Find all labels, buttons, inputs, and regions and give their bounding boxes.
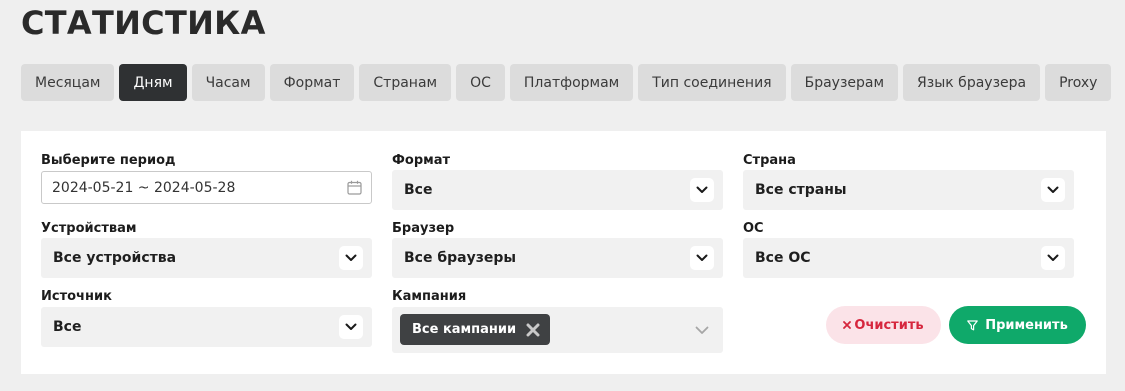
clear-button-label: Очистить <box>854 317 924 333</box>
devices-select[interactable]: Все устройства <box>41 238 372 278</box>
os-label: ОС <box>743 221 764 236</box>
format-select[interactable]: Все <box>392 170 723 210</box>
chevron-down-icon <box>690 318 714 342</box>
browser-value: Все браузеры <box>404 250 517 266</box>
chevron-down-icon <box>339 315 363 339</box>
tab-countries[interactable]: Странам <box>359 64 452 101</box>
period-value: 2024-05-21 ~ 2024-05-28 <box>52 179 236 196</box>
calendar-icon[interactable] <box>347 180 362 199</box>
campaign-chip: Все кампании <box>400 314 551 345</box>
tab-hours[interactable]: Часам <box>191 64 265 101</box>
tab-days[interactable]: Дням <box>119 64 187 101</box>
country-value: Все страны <box>755 182 847 198</box>
chevron-down-icon <box>690 246 714 270</box>
close-icon[interactable] <box>526 323 540 337</box>
source-label: Источник <box>41 289 112 304</box>
devices-value: Все устройства <box>53 250 177 266</box>
browser-label: Браузер <box>392 221 455 236</box>
tab-connection-type[interactable]: Тип соединения <box>638 64 786 101</box>
tab-platforms[interactable]: Платформам <box>509 64 634 101</box>
campaign-label: Кампания <box>392 289 467 304</box>
source-select[interactable]: Все <box>41 307 372 347</box>
period-date-range-input[interactable]: 2024-05-21 ~ 2024-05-28 <box>41 171 372 204</box>
tab-months[interactable]: Месяцам <box>21 64 115 101</box>
browser-select[interactable]: Все браузеры <box>392 238 723 278</box>
period-label: Выберите период <box>41 153 176 168</box>
campaign-chip-label: Все кампании <box>412 322 517 337</box>
apply-button[interactable]: Применить <box>949 306 1086 344</box>
chevron-down-icon <box>690 178 714 202</box>
tab-format[interactable]: Формат <box>269 64 355 101</box>
tab-browser-language[interactable]: Язык браузера <box>903 64 1041 101</box>
apply-button-label: Применить <box>985 317 1068 333</box>
devices-label: Устройствам <box>41 221 137 236</box>
source-value: Все <box>53 319 82 335</box>
tab-proxy[interactable]: Proxy <box>1045 64 1112 101</box>
format-value: Все <box>404 182 433 198</box>
campaign-multiselect[interactable]: Все кампании <box>392 307 723 353</box>
chevron-down-icon <box>1041 178 1065 202</box>
stats-tabs: Месяцам Дням Часам Формат Странам ОС Пла… <box>21 64 1112 101</box>
chevron-down-icon <box>339 246 363 270</box>
page-title: СТАТИСТИКА <box>21 4 266 42</box>
country-select[interactable]: Все страны <box>743 170 1074 210</box>
os-value: Все ОС <box>755 250 811 266</box>
tab-os[interactable]: ОС <box>456 64 505 101</box>
os-select[interactable]: Все ОС <box>743 238 1074 278</box>
clear-button[interactable]: Очистить <box>826 306 941 344</box>
format-label: Формат <box>392 153 451 168</box>
country-label: Страна <box>743 153 796 168</box>
chevron-down-icon <box>1041 246 1065 270</box>
filter-icon <box>967 319 979 331</box>
filters-panel: Выберите период 2024-05-21 ~ 2024-05-28 … <box>21 131 1106 374</box>
close-icon <box>843 321 852 329</box>
tab-browsers[interactable]: Браузерам <box>790 64 899 101</box>
